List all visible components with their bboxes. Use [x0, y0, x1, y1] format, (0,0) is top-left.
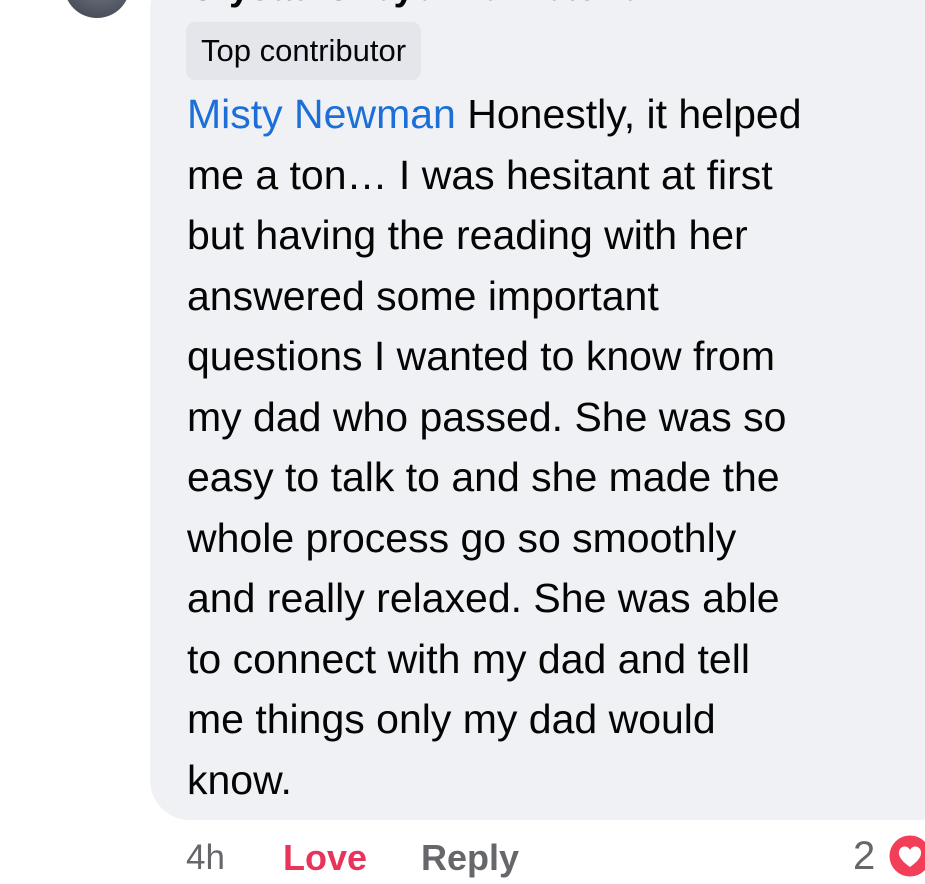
- comment-line-2: me a ton… I was hesitant at first: [187, 151, 773, 198]
- reaction-count[interactable]: 2: [853, 832, 875, 880]
- comment-line-1: Misty Newman Honestly, it helped: [187, 84, 907, 145]
- comment-line-1-text: Honestly, it helped: [467, 91, 802, 137]
- comment-timestamp[interactable]: 4h: [186, 834, 225, 882]
- comment-line-11: me things only my dad would: [187, 696, 716, 742]
- comment-line-12: know.: [187, 756, 292, 803]
- comment-line-4: answered some important: [187, 272, 659, 319]
- love-button[interactable]: Love: [283, 834, 367, 882]
- comment-line-7: easy to talk to and she made the: [187, 454, 780, 500]
- heart-reaction-icon[interactable]: [886, 832, 925, 880]
- reply-button[interactable]: Reply: [421, 834, 519, 882]
- comment-line-5: questions I wanted to know from: [187, 333, 775, 379]
- comment-line-10: to connect with my dad and tell: [187, 635, 750, 682]
- comment-line-3: but having the reading with her: [187, 212, 748, 258]
- top-contributor-badge: Top contributor: [186, 22, 422, 80]
- comment-line-9: and really relaxed. She was able: [187, 575, 780, 621]
- comment-thread: Crystal Cheyenne Fletcher Top contributo…: [0, 0, 925, 884]
- mention-link[interactable]: Misty Newman: [187, 91, 456, 137]
- comment-text: Misty Newman Honestly, it helped me a to…: [187, 84, 907, 810]
- comment-author-name[interactable]: Crystal Cheyenne Fletcher: [188, 0, 655, 10]
- comment-line-8: whole process go so smoothly: [187, 514, 737, 561]
- avatar[interactable]: [64, 0, 130, 18]
- comment-line-6: my dad who passed. She was so: [187, 393, 787, 440]
